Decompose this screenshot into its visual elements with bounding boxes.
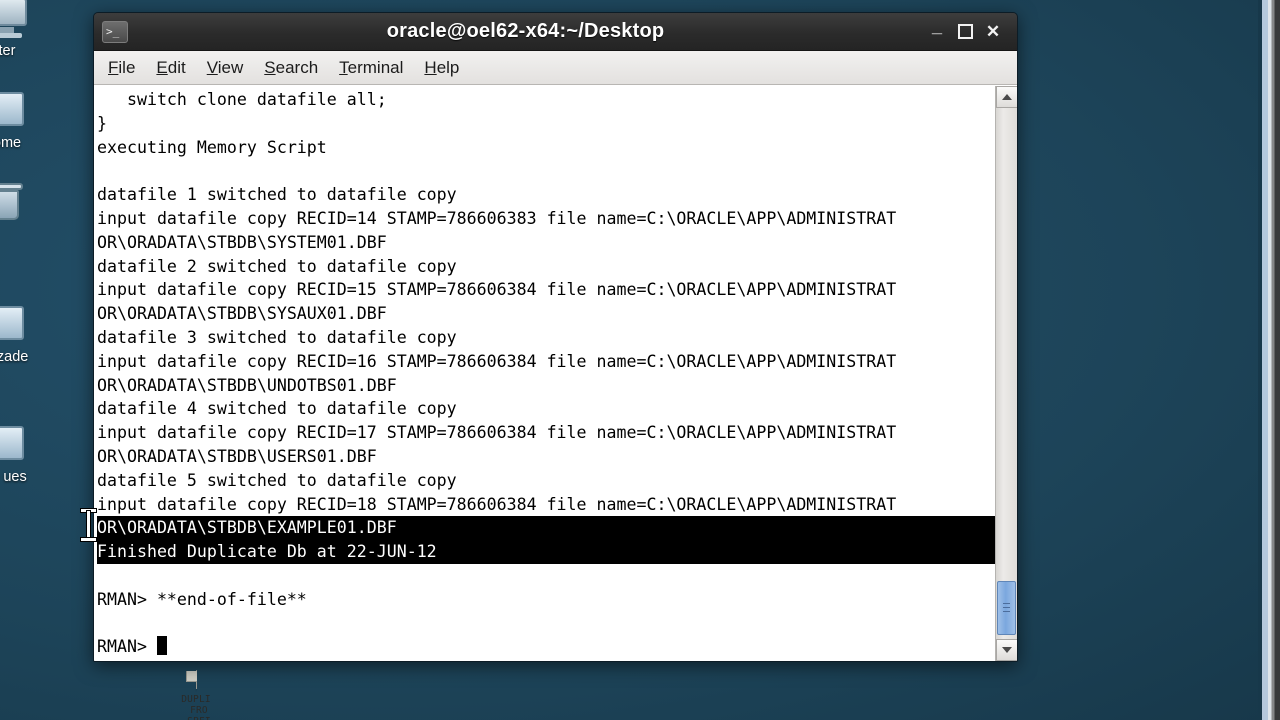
terminal-line: input datafile copy RECID=14 STAMP=78660… [97, 208, 897, 228]
terminal-line: datafile 1 switched to datafile copy [97, 185, 457, 205]
window-titlebar[interactable]: oracle@oel62-x64:~/Desktop [94, 13, 1017, 51]
terminal-line: input datafile copy RECID=16 STAMP=78660… [97, 351, 897, 371]
menu-item-view[interactable]: View [207, 58, 244, 78]
terminal-output[interactable]: switch clone datafile all;} executing Mem… [94, 86, 995, 661]
terminal-icon [102, 20, 128, 43]
terminal-line: datafile 4 switched to datafile copy [97, 399, 457, 419]
menu-item-file[interactable]: File [108, 58, 135, 78]
terminal-scrollbar[interactable] [995, 86, 1017, 661]
desktop-icon-home[interactable]: ome [0, 86, 62, 152]
terminal-body: switch clone datafile all;} executing Mem… [94, 85, 1017, 661]
desktop-icon-label: ome [0, 135, 22, 151]
close-button[interactable] [979, 18, 1007, 46]
right-edge-strip [1258, 0, 1280, 720]
terminal-line: input datafile copy RECID=15 STAMP=78660… [97, 280, 897, 300]
scroll-up-arrow[interactable] [996, 86, 1017, 108]
terminal-cursor [156, 636, 167, 656]
terminal-line: } [97, 113, 107, 133]
terminal-line: OR\ORADATA\STBDB\SYSTEM01.DBF [97, 232, 387, 252]
scrollbar-track[interactable] [996, 108, 1017, 639]
folder-icon [0, 420, 29, 466]
desktop-file-duplicate-from-spfile[interactable]: DUPLI FRO SPFI [161, 670, 231, 720]
monitor-icon [0, 0, 29, 40]
menu-item-search[interactable]: Search [264, 58, 318, 78]
terminal-line: datafile 3 switched to datafile copy [97, 327, 457, 347]
folder-icon [0, 300, 29, 346]
menubar[interactable]: File Edit View Search Terminal Help [94, 51, 1017, 85]
maximize-button[interactable] [951, 18, 979, 46]
minimize-button[interactable] [923, 18, 951, 46]
menu-item-edit[interactable]: Edit [156, 58, 185, 78]
desktop-icon-andaluzade[interactable]: luzade [0, 300, 62, 366]
terminal-line: RMAN> [97, 635, 995, 659]
terminal-line: RMAN> **end-of-file** [97, 589, 307, 609]
menu-item-help[interactable]: Help [424, 58, 459, 78]
terminal-window[interactable]: oracle@oel62-x64:~/Desktop File Edit Vie… [93, 12, 1018, 662]
terminal-line: input datafile copy RECID=17 STAMP=78660… [97, 423, 897, 443]
terminal-line: input datafile copy RECID=18 STAMP=78660… [97, 494, 897, 514]
trash-icon [0, 180, 29, 226]
desktop-icon-label: luzade [0, 349, 29, 365]
text-file-icon: DUPLI FRO SPFI [161, 670, 231, 720]
desktop-icon-label: te ues [0, 469, 27, 485]
desktop-icon-computer[interactable]: ter [0, 0, 62, 60]
menu-item-terminal[interactable]: Terminal [339, 58, 403, 78]
desktop-icon-trash[interactable] [0, 180, 62, 229]
terminal-line: Finished Duplicate Db at 22-JUN-12 [97, 540, 995, 564]
terminal-line: executing Memory Script [97, 137, 327, 157]
folder-icon [0, 86, 29, 132]
scrollbar-thumb[interactable] [997, 581, 1016, 635]
desktop: ter ome luzade te ues DUPLI FRO SPFI ora… [0, 0, 1280, 720]
window-title: oracle@oel62-x64:~/Desktop [386, 20, 665, 42]
file-icon-preview-text: DUPLI FRO SPFI [181, 694, 211, 720]
desktop-icon-issues[interactable]: te ues [0, 420, 62, 486]
terminal-line: OR\ORADATA\STBDB\SYSAUX01.DBF [97, 304, 387, 324]
terminal-line: datafile 5 switched to datafile copy [97, 470, 457, 490]
desktop-icon-label: ter [0, 43, 16, 59]
scroll-down-arrow[interactable] [996, 639, 1017, 661]
terminal-line: OR\ORADATA\STBDB\UNDOTBS01.DBF [97, 375, 397, 395]
terminal-line: OR\ORADATA\STBDB\USERS01.DBF [97, 446, 377, 466]
terminal-line: OR\ORADATA\STBDB\EXAMPLE01.DBF [97, 516, 995, 541]
terminal-line: switch clone datafile all; [97, 90, 387, 109]
terminal-line: datafile 2 switched to datafile copy [97, 256, 457, 276]
